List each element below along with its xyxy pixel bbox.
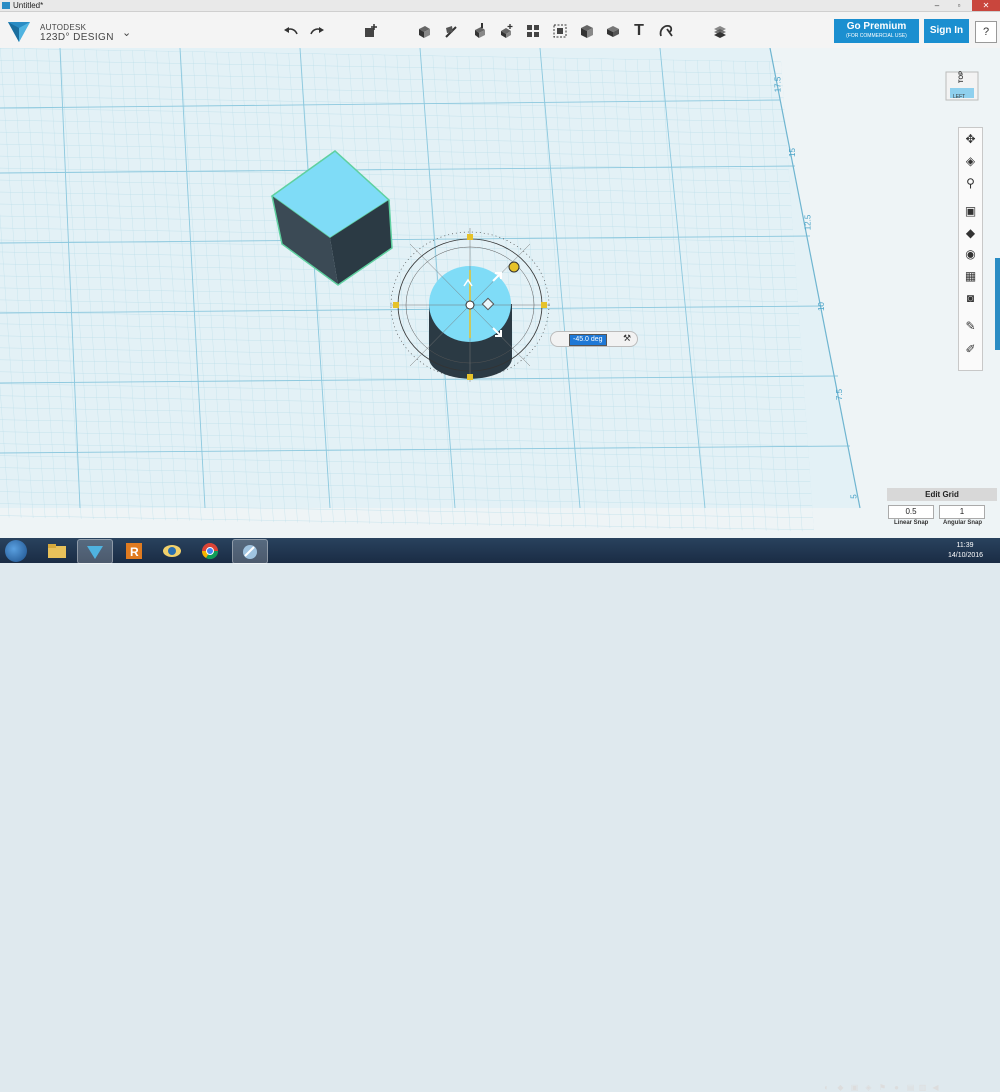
pan-icon[interactable]: ✥ bbox=[959, 130, 982, 148]
windows-taskbar: R ◐ ◆ ▣ ◈ ⚑ ● ▤ ▥ ◀ bbox=[0, 538, 1000, 1092]
fit-view-icon[interactable]: ▣ bbox=[959, 202, 982, 220]
grid-axis-label: 17.5 bbox=[773, 76, 783, 93]
tray-app-icon[interactable]: ◈ bbox=[864, 1083, 873, 1092]
snap-off-icon[interactable]: ✐ bbox=[959, 340, 982, 358]
visibility-icon[interactable]: ◉ bbox=[959, 245, 982, 263]
grid-axis-label: 15 bbox=[787, 148, 797, 157]
edit-grid-button[interactable]: Edit Grid bbox=[887, 488, 997, 501]
grid-axis-label: 5 bbox=[849, 494, 859, 499]
text-icon[interactable]: T bbox=[628, 20, 650, 42]
window-title: Untitled* bbox=[13, 1, 44, 10]
close-button[interactable]: ✕ bbox=[972, 0, 1000, 11]
sketch-icon[interactable] bbox=[441, 20, 463, 42]
volume-icon[interactable]: ◀ bbox=[931, 1083, 940, 1092]
minimize-button[interactable]: – bbox=[928, 0, 946, 11]
angle-snap-icon[interactable]: ⚒ bbox=[623, 333, 631, 344]
snap-icon[interactable] bbox=[655, 20, 677, 42]
go-premium-label: Go Premium bbox=[846, 21, 907, 32]
panel-collapse-tab[interactable] bbox=[995, 258, 1000, 350]
zoom-icon[interactable]: ⚲ bbox=[959, 174, 982, 192]
svg-text:R: R bbox=[130, 545, 139, 559]
view-cube[interactable]: TOP LEFT bbox=[944, 66, 980, 106]
help-button[interactable]: ? bbox=[975, 21, 997, 43]
clock-time: 11:39 bbox=[956, 542, 974, 549]
grid-axis-label: 7.5 bbox=[835, 388, 845, 401]
edit-grid-panel: Edit Grid 0.5 1 Linear Snap Angular Snap bbox=[887, 488, 997, 532]
eye-app-taskbar-icon[interactable] bbox=[155, 539, 189, 562]
control-panel-taskbar-icon[interactable] bbox=[232, 539, 268, 564]
navigation-panel: ✥ ◈ ⚲ ▣ ◆ ◉ ▦ ◙ ✎ ✐ bbox=[958, 127, 983, 371]
view-cube-left-label: LEFT bbox=[953, 94, 966, 100]
angular-snap-label: Angular Snap bbox=[943, 520, 983, 526]
camera-icon[interactable]: ◙ bbox=[959, 289, 982, 307]
sign-in-button[interactable]: Sign In bbox=[924, 19, 969, 43]
view-cube-top-label: TOP bbox=[959, 70, 966, 84]
app-menu-chevron-icon[interactable]: ⌄ bbox=[122, 26, 131, 39]
123d-design-taskbar-icon[interactable] bbox=[77, 539, 113, 564]
modify-icon[interactable] bbox=[495, 20, 517, 42]
explorer-taskbar-icon[interactable] bbox=[40, 539, 74, 562]
rotation-angle-value[interactable]: -45.0 deg bbox=[569, 334, 607, 346]
grid-axis-label: 10 bbox=[816, 302, 826, 311]
window-titlebar: Untitled* – ▫ ✕ bbox=[0, 0, 1000, 12]
go-premium-sublabel: (FOR COMMERCIAL USE) bbox=[846, 33, 907, 39]
tray-app-icon[interactable]: ▣ bbox=[850, 1083, 859, 1092]
tray-app-icon[interactable]: ▤ bbox=[906, 1083, 915, 1092]
revit-taskbar-icon[interactable]: R bbox=[117, 539, 151, 562]
snap-on-icon[interactable]: ✎ bbox=[959, 317, 982, 335]
rotation-angle-input[interactable]: -45.0 deg ⚒ bbox=[550, 331, 638, 347]
tray-app-icon[interactable]: ◆ bbox=[836, 1083, 845, 1092]
grid-canvas[interactable] bbox=[0, 48, 1000, 538]
transform-icon[interactable] bbox=[413, 20, 435, 42]
orbit-icon[interactable]: ◈ bbox=[959, 152, 982, 170]
linear-snap-label: Linear Snap bbox=[894, 520, 929, 526]
material-icon[interactable] bbox=[709, 20, 731, 42]
tray-app-icon[interactable]: ● bbox=[892, 1083, 901, 1092]
perspective-icon[interactable]: ◆ bbox=[959, 224, 982, 242]
brand-company: AUTODESK bbox=[40, 23, 87, 32]
start-button-icon[interactable] bbox=[5, 540, 27, 562]
go-premium-button[interactable]: Go Premium (FOR COMMERCIAL USE) bbox=[834, 19, 919, 43]
grouping-icon[interactable] bbox=[549, 20, 571, 42]
viewport-3d[interactable]: 17.5 15 12.5 10 7.5 5 bbox=[0, 48, 1000, 538]
clock-date: 14/10/2016 bbox=[948, 552, 984, 559]
flag-icon[interactable]: ⚑ bbox=[878, 1083, 887, 1092]
network-icon[interactable]: ▥ bbox=[918, 1083, 927, 1092]
pattern-icon[interactable] bbox=[522, 20, 544, 42]
system-clock[interactable]: 11:39 14/10/2016 bbox=[948, 541, 984, 561]
chrome-taskbar-icon[interactable] bbox=[193, 539, 227, 562]
primitives-icon[interactable] bbox=[360, 20, 382, 42]
brand-product: 123D° DESIGN bbox=[40, 32, 114, 43]
construct-icon[interactable] bbox=[468, 20, 490, 42]
materials-display-icon[interactable]: ▦ bbox=[959, 267, 982, 285]
maximize-button[interactable]: ▫ bbox=[950, 0, 968, 11]
measure-icon[interactable] bbox=[602, 20, 624, 42]
angular-snap-field[interactable]: 1 bbox=[939, 505, 985, 519]
grid-axis-label: 12.5 bbox=[803, 214, 813, 231]
combine-icon[interactable] bbox=[576, 20, 598, 42]
linear-snap-field[interactable]: 0.5 bbox=[888, 505, 934, 519]
app-icon bbox=[2, 2, 10, 9]
app-logo-icon[interactable] bbox=[6, 18, 32, 44]
main-toolbar: AUTODESK 123D° DESIGN ⌄ T Go Premium (FO… bbox=[0, 12, 1000, 49]
tray-app-icon[interactable]: ◐ bbox=[822, 1083, 831, 1092]
undo-icon[interactable] bbox=[280, 20, 302, 42]
redo-icon[interactable] bbox=[306, 20, 328, 42]
